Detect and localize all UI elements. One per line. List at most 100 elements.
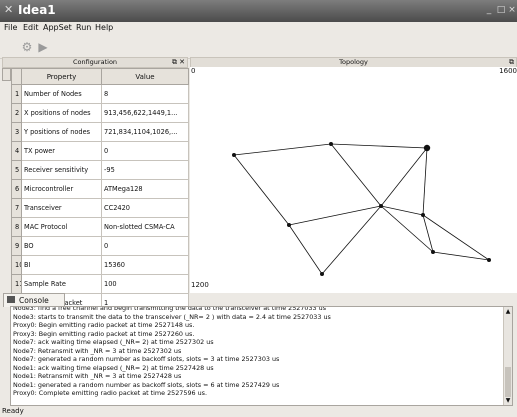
console-line: Node3: find a free channel and begin tra… — [13, 306, 327, 312]
property-cell: Y positions of nodes — [21, 122, 102, 142]
sensor-node — [320, 272, 324, 276]
value-cell[interactable]: 0 — [101, 141, 189, 161]
property-cell: TX power — [21, 141, 102, 161]
menu-appset[interactable]: AppSet — [43, 23, 72, 32]
table-row[interactable]: 1 Number of Nodes 8 — [11, 84, 189, 104]
scroll-up-icon[interactable]: ▲ — [504, 308, 512, 315]
row-number: 7 — [11, 198, 22, 218]
scroll-thumb[interactable] — [505, 367, 511, 397]
menu-bar: File Edit AppSet Run Help — [0, 22, 517, 36]
sensor-node — [421, 213, 425, 217]
menu-help[interactable]: Help — [95, 23, 113, 32]
table-row[interactable]: 9 BO 0 — [11, 236, 189, 256]
link — [380, 205, 424, 216]
menu-run[interactable]: Run — [76, 23, 91, 32]
row-number: 9 — [11, 236, 22, 256]
property-cell: BO — [21, 236, 102, 256]
maximize-button[interactable]: □ — [496, 5, 506, 15]
row-number: 11 — [11, 274, 22, 294]
scroll-down-icon[interactable]: ▼ — [504, 397, 512, 404]
console-line: Proxy0: Complete emitting radio packet a… — [13, 389, 208, 397]
toolbar: ⚙ ▶ — [0, 36, 517, 59]
float-icon[interactable]: ⧉ — [172, 58, 177, 67]
value-cell[interactable]: ATMega128 — [101, 179, 189, 199]
console-line: Node1: generated a random number as back… — [13, 380, 280, 389]
run-icon[interactable]: ▶ — [36, 40, 50, 54]
sensor-node — [232, 153, 236, 157]
topology-title: Topology — [339, 58, 368, 66]
value-cell[interactable]: 913,456,622,1449,1... — [101, 103, 189, 123]
minimize-button[interactable]: _ — [484, 5, 494, 15]
configuration-table: Property Value 1 Number of Nodes 8 2 X posit… — [11, 68, 189, 313]
sensor-node — [329, 142, 333, 146]
console-line: Node3: starts to transmit the data to th… — [13, 312, 331, 321]
value-cell[interactable]: 721,834,1104,1026,... — [101, 122, 189, 142]
row-number-header — [11, 68, 22, 85]
value-cell[interactable]: 100 — [101, 274, 189, 294]
console-line: Node7: ack waiting time elapsed (_NR= 2)… — [13, 338, 214, 346]
property-cell: Microcontroller — [21, 179, 102, 199]
console-line: Node1: Retransmit with _NR = 3 at time 2… — [13, 372, 182, 380]
status-text: Ready — [2, 407, 24, 415]
row-number: 4 — [11, 141, 22, 161]
table-row[interactable]: 8 MAC Protocol Non-slotted CSMA-CA — [11, 217, 189, 237]
value-cell[interactable]: CC2420 — [101, 198, 189, 218]
console-tab[interactable]: Console — [3, 293, 65, 307]
value-cell[interactable]: 0 — [101, 236, 189, 256]
link — [330, 143, 428, 149]
title-bar: ✕ Idea1 _ □ × — [0, 0, 517, 22]
table-row[interactable]: 7 Transceiver CC2420 — [11, 198, 189, 218]
console-icon — [7, 296, 15, 303]
console-line: Proxy3: Begin emitting radio packet at t… — [13, 329, 195, 338]
table-row[interactable]: 6 Microcontroller ATMega128 — [11, 179, 189, 199]
row-number: 3 — [11, 122, 22, 142]
link — [422, 147, 428, 216]
float-icon[interactable]: ⧉ — [509, 58, 514, 67]
topology-graph — [232, 142, 491, 276]
sensor-node — [431, 250, 435, 254]
sensor-node — [379, 204, 383, 208]
table-row[interactable]: 3Y positions of nodes 721,834,1104,1026,.… — [11, 122, 189, 142]
table-row[interactable]: 5 Receiver sensitivity -95 — [11, 160, 189, 180]
link — [288, 224, 323, 275]
status-bar: Ready — [0, 406, 517, 417]
property-cell: BI — [21, 255, 102, 275]
console-tab-label: Console — [19, 296, 49, 305]
app-logo-icon: ✕ — [4, 3, 14, 16]
property-header[interactable]: Property — [21, 68, 102, 85]
table-row[interactable]: 4 TX power 0 — [11, 141, 189, 161]
sensor-node — [287, 223, 291, 227]
table-row[interactable]: 2X positions of nodes 913,456,622,1449,1.… — [11, 103, 189, 123]
property-cell: Receiver sensitivity — [21, 160, 102, 180]
console-scrollbar[interactable]: ▲ ▼ — [503, 307, 512, 405]
configure-icon[interactable]: ⚙ — [20, 40, 34, 54]
configuration-title: Configuration — [72, 58, 118, 66]
close-icon[interactable]: ✕ — [179, 58, 185, 67]
property-cell: Transceiver — [21, 198, 102, 218]
console-line: Node1: ack waiting time elapsed (_NR= 2)… — [13, 363, 214, 372]
link — [380, 147, 428, 207]
value-cell[interactable]: -95 — [101, 160, 189, 180]
topology-panel: Topology ⧉ 0 1600 1200 — [190, 57, 517, 293]
console-line: Node7: generated a random number as back… — [13, 355, 280, 363]
link — [432, 251, 490, 261]
value-cell[interactable]: Non-slotted CSMA-CA — [101, 217, 189, 237]
table-corner — [2, 68, 11, 81]
configuration-header: Configuration ⧉ ✕ — [2, 57, 188, 68]
configuration-panel: Configuration ⧉ ✕ Property Value 1 Number… — [2, 57, 189, 313]
close-button[interactable]: × — [507, 5, 517, 15]
table-row[interactable]: 10BI15360 — [11, 255, 189, 275]
property-cell: Number of Nodes — [21, 84, 102, 104]
menu-edit[interactable]: Edit — [23, 23, 39, 32]
value-cell[interactable]: 8 — [101, 84, 189, 104]
property-cell: MAC Protocol — [21, 217, 102, 237]
topology-canvas[interactable]: 0 1600 1200 — [190, 67, 517, 293]
table-row[interactable]: 11Sample Rate100 — [11, 274, 189, 294]
value-cell[interactable]: 15360 — [101, 255, 189, 275]
link — [330, 143, 382, 207]
menu-file[interactable]: File — [4, 23, 17, 32]
console-output[interactable]: Node3: find a free channel and begin tra… — [10, 306, 513, 406]
value-header[interactable]: Value — [101, 68, 189, 85]
property-cell: Sample Rate — [21, 274, 102, 294]
table-header-row: Property Value — [11, 68, 189, 85]
